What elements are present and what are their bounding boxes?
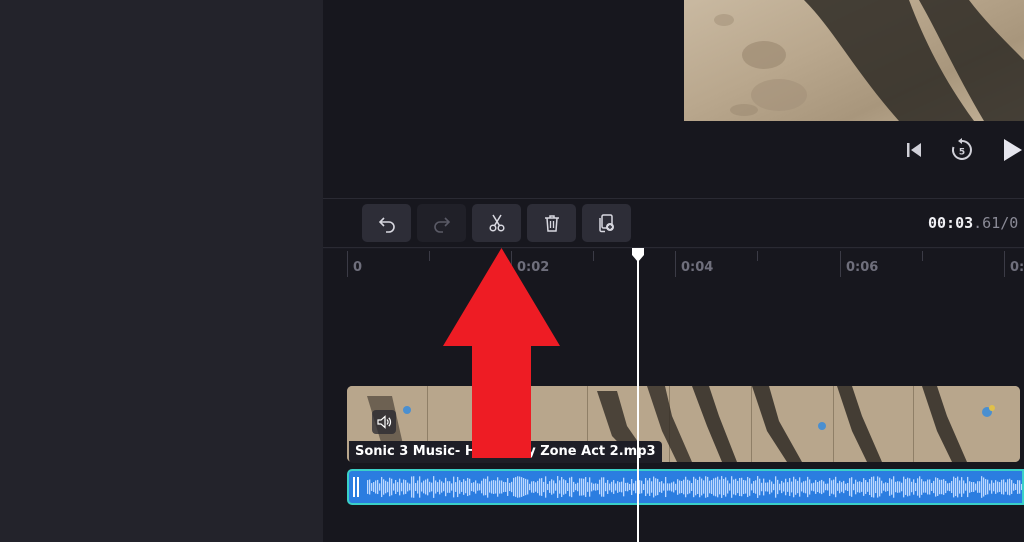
delete-button[interactable]: [527, 204, 576, 242]
play-icon: [1004, 139, 1022, 161]
redo-button[interactable]: [417, 204, 466, 242]
ruler-label: 0: [353, 260, 363, 275]
ruler-tick: [757, 251, 758, 261]
left-panel: [0, 0, 323, 542]
playhead-handle[interactable]: [631, 248, 645, 262]
timecode-current: 00:03: [928, 214, 974, 232]
undo-icon: [378, 217, 395, 233]
rewind-5-button[interactable]: 5: [948, 136, 976, 164]
playhead[interactable]: [637, 258, 639, 542]
annotation-arrow: [443, 248, 560, 458]
skip-back-icon: [907, 143, 921, 157]
audio-waveform: [367, 476, 1022, 498]
duplicate-button[interactable]: [582, 204, 631, 242]
split-button[interactable]: [472, 204, 521, 242]
ruler-tick: [347, 251, 348, 277]
ruler-label: 0:: [1010, 260, 1024, 275]
skip-back-button[interactable]: [900, 136, 928, 164]
ruler-tick: [840, 251, 841, 277]
audio-trim-handle[interactable]: [351, 477, 361, 497]
duplicate-icon: [598, 214, 614, 233]
ruler-label: 0:04: [681, 260, 714, 275]
timecode-total: 0: [1009, 214, 1019, 232]
timecode-separator: /: [1000, 214, 1010, 232]
ruler-tick: [922, 251, 923, 261]
timecode-fraction: .61: [973, 214, 1001, 232]
undo-button[interactable]: [362, 204, 411, 242]
ruler-tick: [593, 251, 594, 261]
speaker-icon: [377, 415, 392, 429]
ruler-tick: [675, 251, 676, 277]
redo-icon: [433, 217, 450, 233]
rewind-5-icon: 5: [952, 138, 972, 160]
scissors-icon: [488, 214, 505, 232]
audio-clip[interactable]: [347, 469, 1024, 505]
ruler-tick: [1004, 251, 1005, 277]
ruler-tick: [429, 251, 430, 261]
timecode-display: 00:03.61/0: [928, 214, 1018, 232]
trash-icon: [544, 215, 559, 232]
video-preview: [684, 0, 1024, 121]
rewind-label: 5: [959, 148, 965, 158]
clip-volume-button[interactable]: [372, 410, 396, 434]
play-button[interactable]: [998, 136, 1024, 164]
ruler-label: 0:06: [846, 260, 879, 275]
